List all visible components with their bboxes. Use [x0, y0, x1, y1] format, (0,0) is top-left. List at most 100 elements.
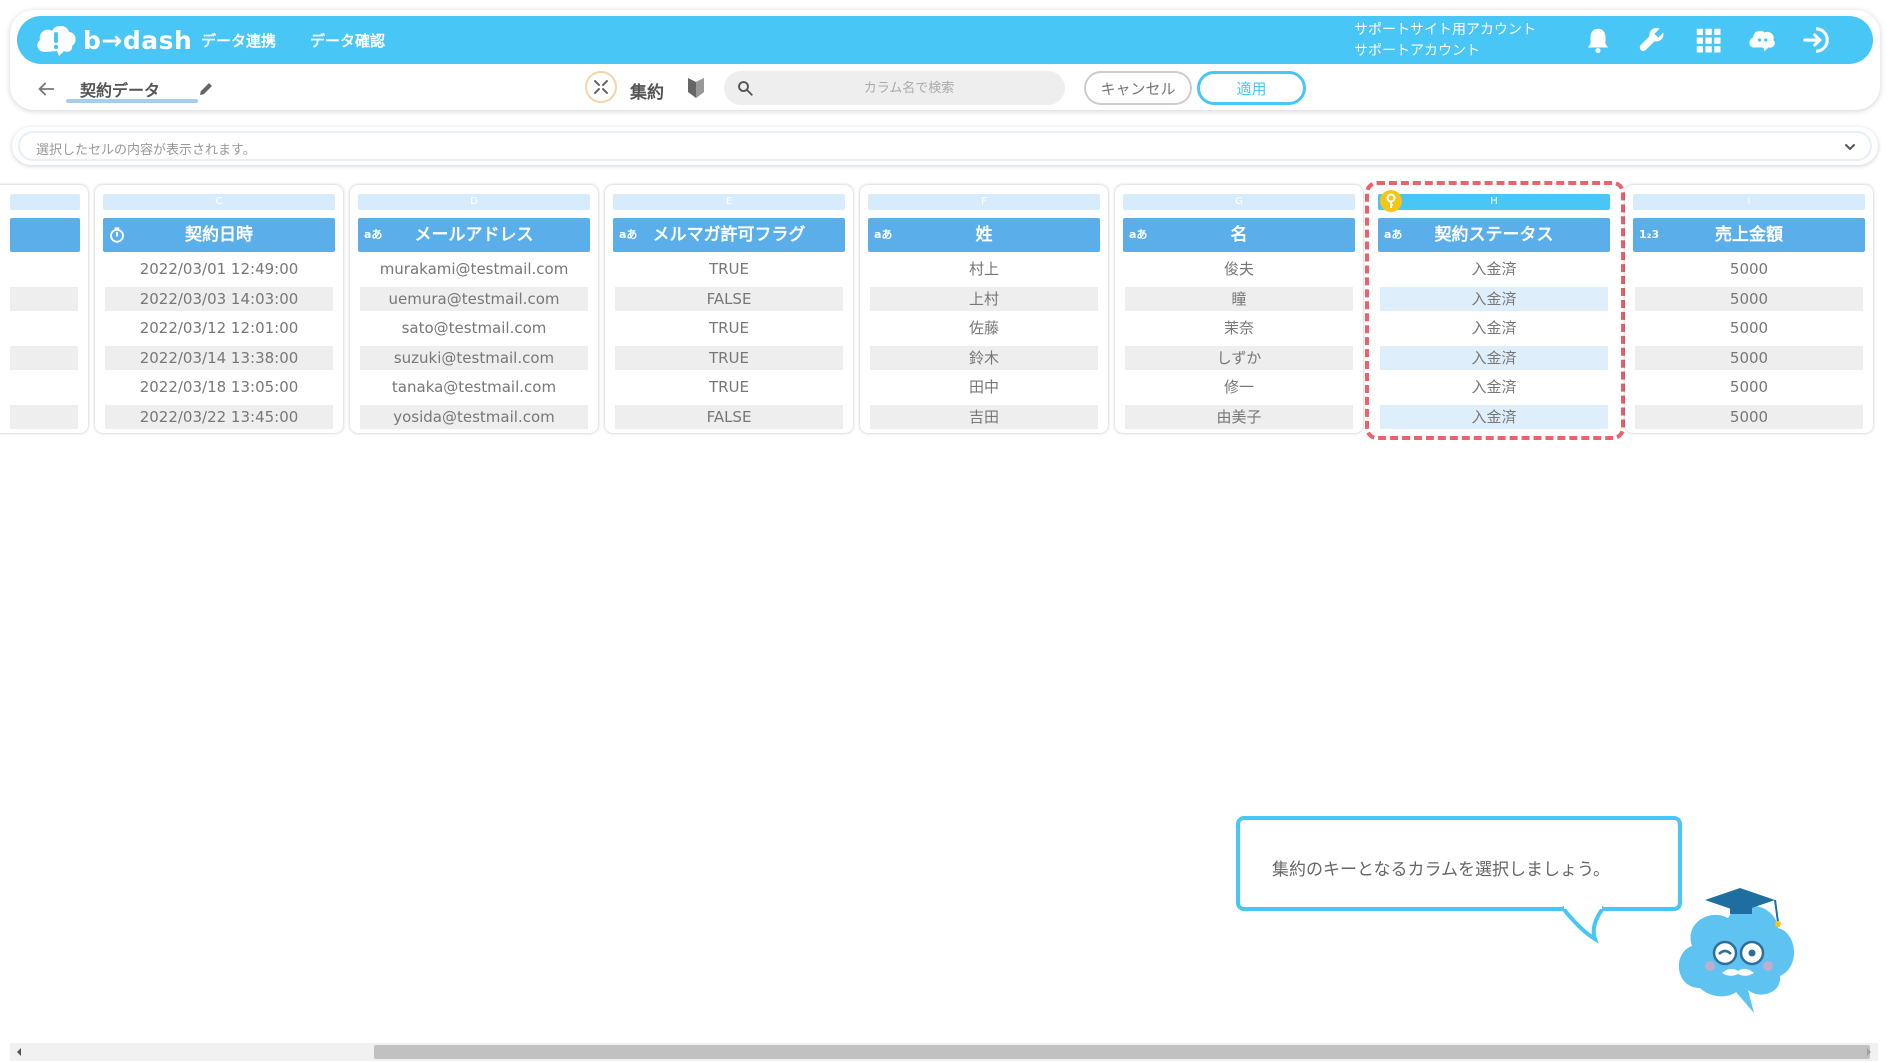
column-header-label: メルマガ許可フラグ	[652, 225, 806, 245]
table-cell[interactable]: suzuki@testmail.com	[360, 345, 588, 370]
table-cell[interactable]: 5000	[1635, 286, 1863, 311]
key-icon[interactable]	[1379, 189, 1403, 213]
table-cell[interactable]: 入金済	[1380, 286, 1608, 311]
column-letter: I	[1633, 194, 1865, 210]
app-logo[interactable]: b→dash	[35, 22, 192, 58]
search-icon	[738, 81, 753, 96]
column-card-f: F aあ 姓 村上 上村 佐藤 鈴木 田中 吉田	[860, 185, 1108, 433]
table-cell[interactable]: 由美子	[1125, 404, 1353, 429]
table-cell[interactable]: TRUE	[615, 257, 843, 281]
text-type-badge: aあ	[619, 228, 638, 241]
account-site-label: サポートサイト用アカウント	[1354, 22, 1536, 38]
table-cell[interactable]: 2022/03/12 12:01:00	[105, 316, 333, 340]
column-letter	[10, 194, 80, 210]
table-cell[interactable]: しずか	[1125, 345, 1353, 370]
text-type-badge: aあ	[1129, 228, 1148, 241]
table-cell[interactable]	[10, 286, 78, 311]
table-cell[interactable]: 俊夫	[1125, 257, 1353, 281]
table-cell[interactable]: 入金済	[1380, 375, 1608, 399]
column-search	[724, 71, 1065, 105]
back-arrow-icon[interactable]	[35, 78, 57, 100]
cell-content-field[interactable]: 選択したセルの内容が表示されます。	[18, 131, 1872, 161]
table-cell[interactable]	[10, 375, 78, 399]
logout-icon[interactable]	[1801, 25, 1831, 55]
scroll-left-arrow-icon[interactable]	[13, 1046, 25, 1058]
table-cell[interactable]: 佐藤	[870, 316, 1098, 340]
cancel-button[interactable]: キャンセル	[1084, 71, 1192, 105]
column-header[interactable]: aあ メルマガ許可フラグ	[613, 218, 845, 252]
account-info[interactable]: サポートサイト用アカウント サポートアカウント	[1354, 20, 1536, 62]
table-cell[interactable]: TRUE	[615, 375, 843, 399]
table-cell[interactable]: 2022/03/01 12:49:00	[105, 257, 333, 281]
wrench-icon[interactable]	[1637, 25, 1667, 55]
column-header[interactable]: 契約日時	[103, 218, 335, 252]
table-cell[interactable]: sato@testmail.com	[360, 316, 588, 340]
table-cell[interactable]: uemura@testmail.com	[360, 286, 588, 311]
dataset-name[interactable]: 契約データ	[80, 77, 160, 101]
table-cell[interactable]: 入金済	[1380, 316, 1608, 340]
table-cell[interactable]: 瞳	[1125, 286, 1353, 311]
column-header[interactable]	[10, 218, 80, 252]
horizontal-scrollbar[interactable]	[10, 1043, 1878, 1061]
table-cell[interactable]: yosida@testmail.com	[360, 404, 588, 429]
table-cell[interactable]: 5000	[1635, 375, 1863, 399]
table-cell[interactable]: tanaka@testmail.com	[360, 375, 588, 399]
table-cell[interactable]: 入金済	[1380, 345, 1608, 370]
table-cell[interactable]: 5000	[1635, 316, 1863, 340]
text-type-badge: aあ	[874, 228, 893, 241]
table-cell[interactable]: 2022/03/18 13:05:00	[105, 375, 333, 399]
stopwatch-icon	[110, 227, 124, 243]
table-cell[interactable]: TRUE	[615, 345, 843, 370]
table-cell[interactable]: 入金済	[1380, 404, 1608, 429]
table-cell[interactable]: 茉奈	[1125, 316, 1353, 340]
table-cell[interactable]: FALSE	[615, 286, 843, 311]
column-header-label: 名	[1230, 225, 1248, 245]
scroll-right-arrow-icon[interactable]	[1863, 1046, 1875, 1058]
table-cell[interactable]: 吉田	[870, 404, 1098, 429]
column-letter: E	[613, 194, 845, 210]
table-cell[interactable]: 修一	[1125, 375, 1353, 399]
table-cell[interactable]: 入金済	[1380, 257, 1608, 281]
chevron-down-icon[interactable]	[1842, 139, 1858, 155]
table-cell[interactable]: 2022/03/22 13:45:00	[105, 404, 333, 429]
column-cells: 入金済 入金済 入金済 入金済 入金済 入金済	[1380, 257, 1608, 434]
apps-grid-icon[interactable]	[1693, 25, 1723, 55]
column-header[interactable]: aあ 契約ステータス	[1378, 218, 1610, 252]
column-header[interactable]: 1₂3 売上金額	[1633, 218, 1865, 252]
table-cell[interactable]: TRUE	[615, 316, 843, 340]
table-cell[interactable]	[10, 404, 78, 429]
column-search-input[interactable]	[764, 71, 1054, 105]
column-header-label: 姓	[975, 225, 993, 245]
table-cell[interactable]: 鈴木	[870, 345, 1098, 370]
nav-data-link[interactable]: データ連携	[201, 30, 276, 51]
guide-tooltip-text: 集約のキーとなるカラムを選択しましょう。	[1272, 860, 1610, 880]
pencil-icon[interactable]	[197, 80, 215, 98]
column-header[interactable]: aあ メールアドレス	[358, 218, 590, 252]
table-cell[interactable]	[10, 345, 78, 370]
bell-icon[interactable]	[1583, 25, 1613, 55]
table-cell[interactable]: 2022/03/03 14:03:00	[105, 286, 333, 311]
table-cell[interactable]: murakami@testmail.com	[360, 257, 588, 281]
nav-data-check[interactable]: データ確認	[310, 30, 385, 51]
scrollbar-thumb[interactable]	[374, 1045, 1870, 1059]
table-cell[interactable]: 5000	[1635, 345, 1863, 370]
table-cell[interactable]: FALSE	[615, 404, 843, 429]
column-cells: 村上 上村 佐藤 鈴木 田中 吉田	[870, 257, 1098, 434]
beginner-mark-icon[interactable]	[686, 76, 706, 100]
table-cell[interactable]: 2022/03/14 13:38:00	[105, 345, 333, 370]
column-cells: 2022/03/01 12:49:00 2022/03/03 14:03:00 …	[105, 257, 333, 434]
table-cell[interactable]: 田中	[870, 375, 1098, 399]
table-cell[interactable]	[10, 257, 78, 281]
column-header-label: 契約日時	[185, 225, 253, 245]
apply-button[interactable]: 適用	[1197, 71, 1306, 105]
number-type-badge: 1₂3	[1639, 228, 1660, 241]
table-cell[interactable]	[10, 316, 78, 340]
table-cell[interactable]: 上村	[870, 286, 1098, 311]
column-header[interactable]: aあ 名	[1123, 218, 1355, 252]
column-card-i: I 1₂3 売上金額 5000 5000 5000 5000 5000 5000	[1625, 185, 1873, 433]
table-cell[interactable]: 村上	[870, 257, 1098, 281]
table-cell[interactable]: 5000	[1635, 257, 1863, 281]
table-cell[interactable]: 5000	[1635, 404, 1863, 429]
column-header[interactable]: aあ 姓	[868, 218, 1100, 252]
support-chat-icon[interactable]	[1747, 25, 1777, 55]
